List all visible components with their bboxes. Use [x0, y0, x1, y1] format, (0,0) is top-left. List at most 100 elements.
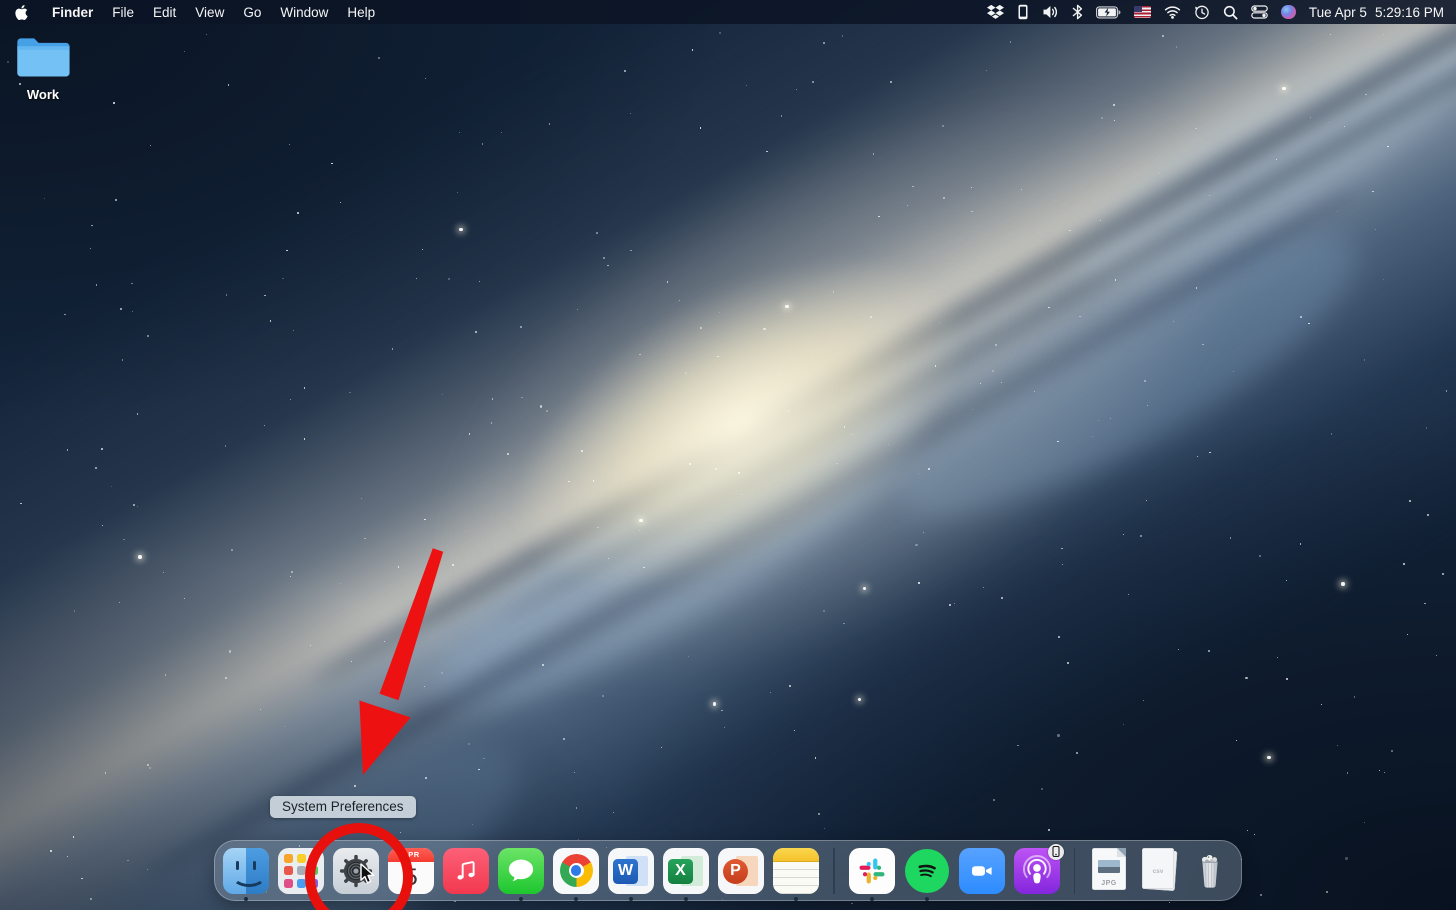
star [993, 799, 996, 802]
dock-item-chrome[interactable] [553, 847, 599, 901]
star [286, 249, 288, 252]
star [118, 601, 121, 603]
dock-item-finder[interactable] [223, 847, 269, 901]
star [263, 424, 266, 426]
dock-item-slack[interactable] [848, 847, 895, 901]
star [475, 331, 477, 333]
dock-file-jpg[interactable]: JPG [1089, 847, 1129, 894]
star [1040, 787, 1043, 790]
bluetooth-icon[interactable] [1072, 4, 1083, 20]
dock-item-messages[interactable] [498, 847, 544, 901]
menu-bar-clock[interactable]: Tue Apr 5 5:29:16 PM [1309, 5, 1444, 20]
system-preferences-gear-icon [333, 847, 379, 894]
star [94, 467, 97, 470]
trash-icon [1187, 848, 1233, 894]
jpg-file-icon: JPG [1092, 847, 1126, 890]
menu-finder[interactable]: Finder [52, 5, 93, 20]
siri-icon[interactable] [1281, 4, 1296, 20]
dock-item-system-preferences[interactable] [333, 847, 379, 894]
menu-edit[interactable]: Edit [153, 5, 176, 20]
star [1209, 452, 1211, 454]
wifi-icon[interactable] [1164, 5, 1181, 19]
star [1383, 771, 1386, 773]
star [349, 392, 351, 394]
star [872, 153, 875, 155]
star [1162, 35, 1165, 38]
dock-item-spotify[interactable] [904, 848, 950, 901]
star [597, 527, 599, 529]
star [384, 640, 386, 642]
us-flag-icon[interactable] [1134, 6, 1152, 18]
star [422, 248, 424, 251]
star [1202, 343, 1204, 346]
dock-item-zoom[interactable] [958, 847, 1005, 894]
star [789, 685, 791, 687]
star [982, 587, 984, 589]
running-indicator [684, 896, 688, 901]
slack-icon [848, 847, 895, 894]
dock-item-launchpad[interactable] [278, 847, 324, 894]
star [943, 197, 946, 200]
running-indicator [629, 896, 633, 901]
star [612, 812, 615, 814]
star [1320, 703, 1322, 705]
star [833, 291, 835, 293]
star [1382, 33, 1385, 36]
menu-help[interactable]: Help [347, 5, 375, 20]
star [822, 42, 825, 45]
apple-menu-icon[interactable] [10, 4, 33, 21]
desktop-folder-work[interactable]: Work [12, 34, 74, 102]
dock-item-calendar[interactable]: APR 5 [388, 847, 434, 894]
star [1172, 321, 1174, 323]
dock-item-word[interactable]: W [608, 847, 654, 901]
star [699, 327, 702, 330]
spotlight-icon[interactable] [1223, 5, 1238, 20]
star [1229, 537, 1232, 539]
star [400, 831, 402, 834]
star [1069, 230, 1071, 232]
star [297, 212, 299, 214]
dropbox-icon[interactable] [987, 4, 1005, 20]
dock-item-music[interactable] [443, 847, 489, 894]
star [842, 35, 844, 37]
star [163, 572, 165, 574]
star [132, 310, 134, 312]
dock-item-notes[interactable] [773, 847, 819, 901]
volume-icon[interactable] [1042, 5, 1059, 19]
star [546, 410, 549, 413]
star [468, 433, 470, 435]
star [1075, 752, 1078, 755]
dock-item-excel[interactable]: X [663, 847, 709, 901]
star [150, 145, 152, 147]
time-machine-icon[interactable] [1194, 4, 1210, 20]
star [507, 453, 509, 455]
jpg-file-label: JPG [1101, 879, 1117, 887]
control-center-icon[interactable] [1251, 5, 1269, 19]
star [149, 766, 152, 770]
menu-view[interactable]: View [195, 5, 224, 20]
star [378, 57, 381, 60]
star [700, 127, 702, 129]
star [1001, 597, 1003, 599]
menu-file[interactable]: File [112, 5, 134, 20]
device-icon[interactable] [1017, 4, 1029, 20]
dock-file-csv[interactable]: csv [1138, 847, 1178, 894]
star [812, 80, 815, 84]
menu-go[interactable]: Go [243, 5, 261, 20]
battery-charging-icon[interactable] [1096, 5, 1121, 19]
star [1113, 104, 1115, 106]
launchpad-icon [278, 847, 324, 894]
star [288, 143, 291, 146]
star [304, 387, 306, 389]
menu-window[interactable]: Window [280, 5, 328, 20]
dock-item-podcasts[interactable] [1013, 843, 1064, 894]
dock-item-trash[interactable] [1187, 848, 1233, 894]
chrome-icon [553, 847, 599, 894]
star [970, 187, 973, 189]
star [1372, 190, 1374, 193]
star [580, 450, 584, 453]
dock-item-powerpoint[interactable]: P [718, 847, 764, 894]
star [122, 359, 124, 361]
star [472, 823, 474, 826]
star [806, 374, 808, 376]
